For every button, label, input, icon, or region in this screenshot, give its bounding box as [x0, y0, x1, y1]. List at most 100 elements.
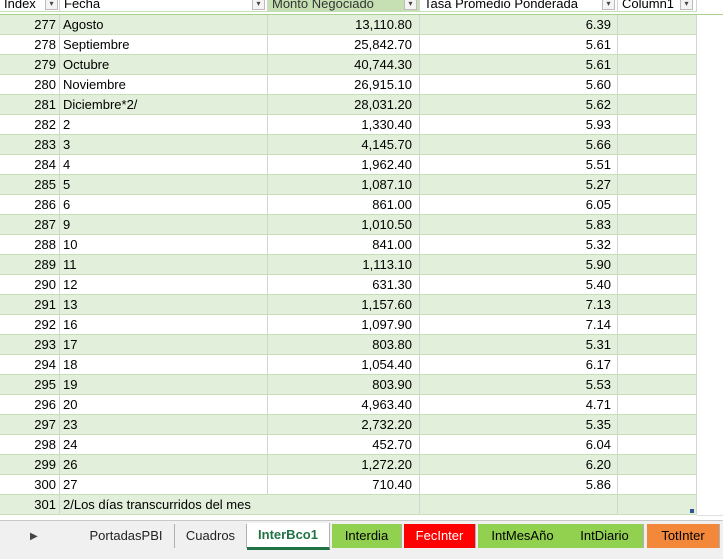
outside-area[interactable] [697, 395, 723, 416]
cell-tasa[interactable]: 7.13 [420, 295, 618, 315]
tab-intdiario[interactable]: IntDiario [566, 524, 644, 548]
dropdown-arrow-icon[interactable]: ▾ [680, 0, 693, 10]
cell-monto[interactable]: 1,962.40 [268, 155, 420, 175]
cell-monto[interactable]: 1,087.10 [268, 175, 420, 195]
cell-fecha[interactable]: 6 [60, 195, 268, 215]
cell-monto[interactable]: 803.80 [268, 335, 420, 355]
cell-index[interactable]: 278 [0, 35, 60, 55]
cell-fecha[interactable]: 19 [60, 375, 268, 395]
cell-tasa[interactable]: 5.93 [420, 115, 618, 135]
cell-column1[interactable] [618, 315, 697, 335]
cell-fecha[interactable]: 20 [60, 395, 268, 415]
cell-tasa[interactable]: 5.27 [420, 175, 618, 195]
cell-column1[interactable] [618, 115, 697, 135]
cell-column1[interactable] [618, 255, 697, 275]
outside-area[interactable] [697, 195, 723, 216]
outside-area[interactable] [697, 295, 723, 316]
cell-index[interactable]: 280 [0, 75, 60, 95]
outside-area[interactable] [697, 315, 723, 336]
cell-column1[interactable] [618, 335, 697, 355]
cell-monto[interactable]: 4,963.40 [268, 395, 420, 415]
cell-monto[interactable]: 1,157.60 [268, 295, 420, 315]
cell-tasa[interactable]: 5.40 [420, 275, 618, 295]
cell-tasa[interactable]: 5.86 [420, 475, 618, 495]
cell-column1[interactable] [618, 295, 697, 315]
outside-area[interactable] [697, 35, 723, 56]
cell-fecha[interactable]: 11 [60, 255, 268, 275]
cell-monto[interactable]: 1,010.50 [268, 215, 420, 235]
cell-column1[interactable] [618, 475, 697, 495]
cell-fecha[interactable]: Diciembre*2/ [60, 95, 268, 115]
cell-fecha[interactable]: Agosto [60, 15, 268, 35]
cell-monto[interactable]: 2,732.20 [268, 415, 420, 435]
tab-interdia[interactable]: Interdia [332, 524, 402, 548]
outside-area[interactable] [697, 55, 723, 76]
cell-tasa[interactable]: 5.51 [420, 155, 618, 175]
cell-fecha[interactable]: 18 [60, 355, 268, 375]
outside-area[interactable] [697, 135, 723, 156]
cell-monto[interactable]: 1,113.10 [268, 255, 420, 275]
dropdown-arrow-icon[interactable]: ▾ [602, 0, 615, 10]
header-tasa[interactable]: Tasa Promedio Ponderada ▾ [420, 0, 618, 12]
cell-index[interactable]: 287 [0, 215, 60, 235]
cell-tasa[interactable]: 6.20 [420, 455, 618, 475]
cell-index[interactable]: 283 [0, 135, 60, 155]
cell-index[interactable]: 282 [0, 115, 60, 135]
tab-totinter[interactable]: TotInter [647, 524, 720, 548]
cell-column1[interactable] [618, 435, 697, 455]
cell-column1[interactable] [618, 175, 697, 195]
cell-monto[interactable]: 4,145.70 [268, 135, 420, 155]
cell-column1[interactable] [618, 195, 697, 215]
sort-filter-icon[interactable]: ▾ [45, 0, 58, 10]
cell-monto[interactable] [268, 495, 420, 515]
cell-monto[interactable]: 803.90 [268, 375, 420, 395]
cell-monto[interactable]: 631.30 [268, 275, 420, 295]
cell-index[interactable]: 279 [0, 55, 60, 75]
cell-column1[interactable] [618, 235, 697, 255]
cell-fecha[interactable]: 4 [60, 155, 268, 175]
cell-column1[interactable] [618, 95, 697, 115]
cell-tasa[interactable]: 6.17 [420, 355, 618, 375]
cell-index[interactable]: 299 [0, 455, 60, 475]
cell-monto[interactable]: 841.00 [268, 235, 420, 255]
cell-tasa[interactable]: 5.32 [420, 235, 618, 255]
dropdown-arrow-icon[interactable]: ▾ [252, 0, 265, 10]
tab-intmesa-o[interactable]: IntMesAño [478, 524, 568, 548]
cell-fecha[interactable]: 27 [60, 475, 268, 495]
cell-fecha[interactable]: 2 [60, 115, 268, 135]
cell-fecha[interactable]: 12 [60, 275, 268, 295]
cell-monto[interactable]: 1,097.90 [268, 315, 420, 335]
cell-index[interactable]: 296 [0, 395, 60, 415]
cell-monto[interactable]: 710.40 [268, 475, 420, 495]
outside-area[interactable] [697, 375, 723, 396]
cell-monto[interactable]: 13,110.80 [268, 15, 420, 35]
cell-index[interactable]: 293 [0, 335, 60, 355]
cell-fecha[interactable]: 16 [60, 315, 268, 335]
cell-tasa[interactable]: 7.14 [420, 315, 618, 335]
tab-fecinter[interactable]: FecInter [404, 524, 476, 548]
cell-tasa[interactable]: 5.53 [420, 375, 618, 395]
cell-index[interactable]: 285 [0, 175, 60, 195]
cell-tasa[interactable]: 5.90 [420, 255, 618, 275]
cell-index[interactable]: 284 [0, 155, 60, 175]
outside-area[interactable] [697, 495, 723, 516]
cell-tasa[interactable]: 4.71 [420, 395, 618, 415]
cell-fecha[interactable]: 2/Los días transcurridos del mes [60, 495, 268, 515]
outside-area[interactable] [697, 335, 723, 356]
cell-index[interactable]: 286 [0, 195, 60, 215]
cell-column1[interactable] [618, 135, 697, 155]
cell-fecha[interactable]: 17 [60, 335, 268, 355]
header-fecha[interactable]: Fecha ▾ [60, 0, 268, 12]
dropdown-arrow-icon[interactable]: ▾ [404, 0, 417, 10]
scroll-right-icon[interactable]: ▶ [30, 531, 38, 542]
cell-index[interactable]: 300 [0, 475, 60, 495]
cell-tasa[interactable]: 5.60 [420, 75, 618, 95]
cell-fecha[interactable]: 5 [60, 175, 268, 195]
cell-column1[interactable] [618, 415, 697, 435]
header-monto[interactable]: Monto Negociado ▾ [268, 0, 420, 12]
outside-area[interactable] [697, 235, 723, 256]
cell-index[interactable]: 292 [0, 315, 60, 335]
cell-monto[interactable]: 1,272.20 [268, 455, 420, 475]
outside-area[interactable] [697, 275, 723, 296]
cell-index[interactable]: 277 [0, 15, 60, 35]
